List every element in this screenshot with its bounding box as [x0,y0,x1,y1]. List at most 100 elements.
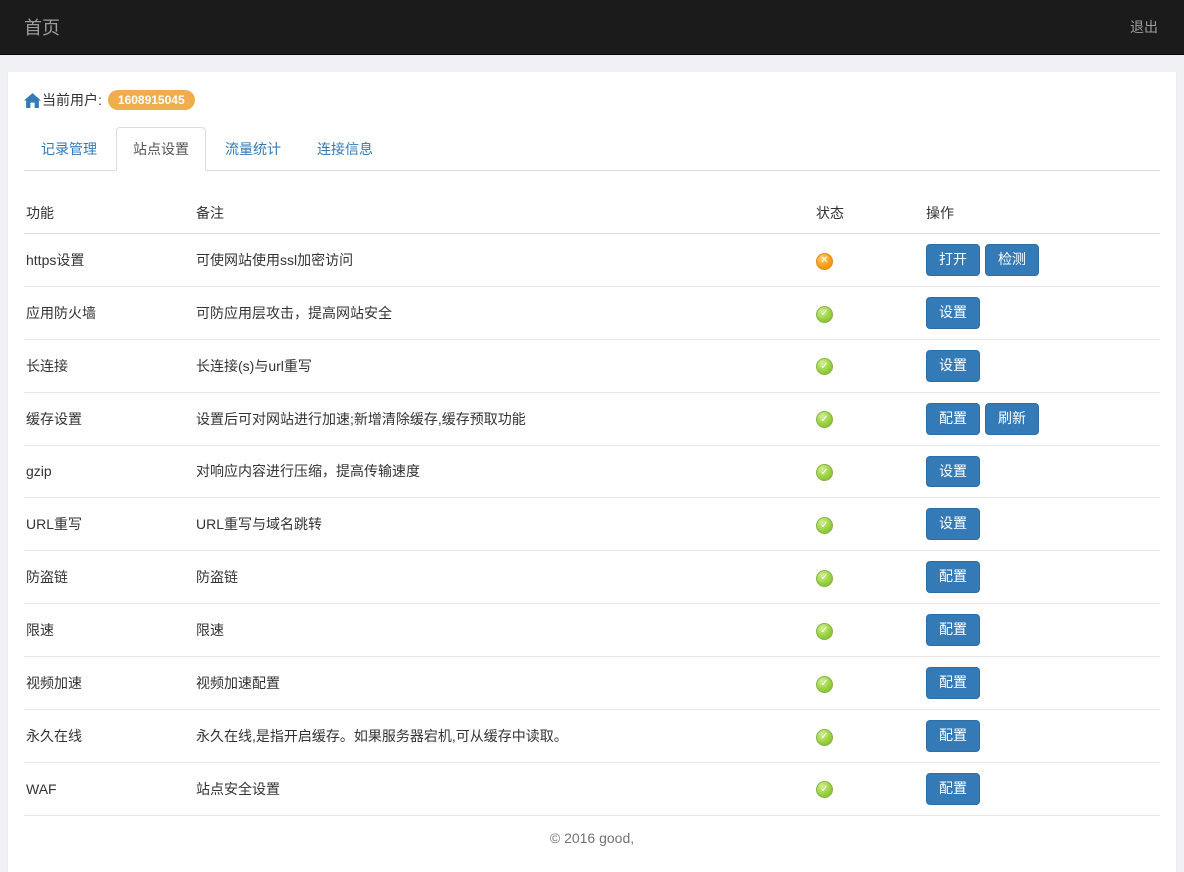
settings-button[interactable]: 设置 [926,456,980,488]
actions-cell: 配置刷新 [924,392,1160,445]
status-ok-icon: ✓ [816,729,833,746]
table-row: 永久在线永久在线,是指开启缓存。如果服务器宕机,可从缓存中读取。✓ 配置 [24,709,1160,762]
table-row: 应用防火墙可防应用层攻击，提高网站安全✓ 设置 [24,286,1160,339]
col-header-actions: 操作 [924,193,1160,234]
status-cell: ✓ [814,498,924,551]
settings-button[interactable]: 设置 [926,350,980,382]
tab-connection-info: 连接信息 [300,127,390,171]
note-cell: 永久在线,是指开启缓存。如果服务器宕机,可从缓存中读取。 [194,709,814,762]
configure-button[interactable]: 配置 [926,667,980,699]
note-cell: 可防应用层攻击，提高网站安全 [194,286,814,339]
feature-cell: 限速 [24,604,194,657]
settings-button[interactable]: 设置 [926,508,980,540]
status-off-icon: ✕ [816,253,833,270]
status-ok-icon: ✓ [816,464,833,481]
status-ok-icon: ✓ [816,517,833,534]
actions-cell: 配置 [924,604,1160,657]
copyright-footer: © 2016 good, [24,816,1160,862]
table-header-row: 功能 备注 状态 操作 [24,193,1160,234]
check-button[interactable]: 检测 [985,244,1039,276]
tab-link-site-settings[interactable]: 站点设置 [116,127,206,171]
table-row: gzip对响应内容进行压缩，提高传输速度✓ 设置 [24,445,1160,498]
table-row: 缓存设置设置后可对网站进行加速;新增清除缓存,缓存预取功能✓ 配置刷新 [24,392,1160,445]
note-cell: 视频加速配置 [194,657,814,710]
current-user-bar: 当前用户: 1608915045 [24,90,1160,110]
open-button[interactable]: 打开 [926,244,980,276]
status-cell: ✓ [814,762,924,815]
site-settings-table: 功能 备注 状态 操作 https设置可使网站使用ssl加密访问✕打开检测应用防… [24,193,1160,816]
refresh-button[interactable]: 刷新 [985,403,1039,435]
table-row: 长连接长连接(s)与url重写✓ 设置 [24,339,1160,392]
feature-cell: 应用防火墙 [24,286,194,339]
feature-cell: 永久在线 [24,709,194,762]
note-cell: 设置后可对网站进行加速;新增清除缓存,缓存预取功能 [194,392,814,445]
table-row: 限速限速✓配置 [24,604,1160,657]
settings-button[interactable]: 设置 [926,297,980,329]
tabs: 记录管理站点设置流量统计连接信息 [24,127,1160,171]
navbar-brand-home[interactable]: 首页 [24,14,60,40]
configure-button[interactable]: 配置 [926,561,980,593]
navbar: 首页 退出 [0,0,1184,55]
actions-cell: 配置 [924,657,1160,710]
status-cell: ✓ [814,392,924,445]
status-cell: ✓ [814,709,924,762]
note-cell: 站点安全设置 [194,762,814,815]
col-header-feature: 功能 [24,193,194,234]
feature-cell: https设置 [24,234,194,287]
configure-button[interactable]: 配置 [926,614,980,646]
actions-cell: 设置 [924,339,1160,392]
actions-cell: 配置 [924,762,1160,815]
tab-link-connection-info[interactable]: 连接信息 [300,127,390,171]
actions-cell: 配置 [924,709,1160,762]
tab-link-traffic-stats[interactable]: 流量统计 [208,127,298,171]
note-cell: 防盗链 [194,551,814,604]
status-ok-icon: ✓ [816,306,833,323]
feature-cell: gzip [24,445,194,498]
table-row: 防盗链防盗链✓配置 [24,551,1160,604]
table-row: WAF站点安全设置✓ 配置 [24,762,1160,815]
note-cell: 限速 [194,604,814,657]
col-header-status: 状态 [814,193,924,234]
status-ok-icon: ✓ [816,676,833,693]
configure-button[interactable]: 配置 [926,773,980,805]
feature-cell: 防盗链 [24,551,194,604]
note-cell: 对响应内容进行压缩，提高传输速度 [194,445,814,498]
actions-cell: 设置 [924,498,1160,551]
configure-button[interactable]: 配置 [926,720,980,752]
status-ok-icon: ✓ [816,411,833,428]
feature-cell: URL重写 [24,498,194,551]
note-cell: 可使网站使用ssl加密访问 [194,234,814,287]
table-row: 视频加速视频加速配置✓ 配置 [24,657,1160,710]
status-ok-icon: ✓ [816,358,833,375]
user-id-badge: 1608915045 [108,90,195,110]
status-ok-icon: ✓ [816,781,833,798]
feature-cell: 视频加速 [24,657,194,710]
status-cell: ✓ [814,551,924,604]
note-cell: 长连接(s)与url重写 [194,339,814,392]
actions-cell: 打开检测 [924,234,1160,287]
actions-cell: 设置 [924,445,1160,498]
main-panel: 当前用户: 1608915045 记录管理站点设置流量统计连接信息 功能 备注 … [8,72,1176,872]
tab-traffic-stats: 流量统计 [208,127,298,171]
actions-cell: 设置 [924,286,1160,339]
status-cell: ✓ [814,657,924,710]
feature-cell: 长连接 [24,339,194,392]
home-icon [24,92,41,109]
tab-site-settings: 站点设置 [116,127,206,171]
feature-cell: WAF [24,762,194,815]
status-cell: ✕ [814,234,924,287]
status-cell: ✓ [814,286,924,339]
actions-cell: 配置 [924,551,1160,604]
current-user-label: 当前用户: [42,90,102,110]
table-row: URL重写URL重写与域名跳转✓ 设置 [24,498,1160,551]
table-body: https设置可使网站使用ssl加密访问✕打开检测应用防火墙可防应用层攻击，提高… [24,234,1160,816]
feature-cell: 缓存设置 [24,392,194,445]
col-header-note: 备注 [194,193,814,234]
logout-link[interactable]: 退出 [1130,17,1158,37]
status-cell: ✓ [814,445,924,498]
tab-records: 记录管理 [24,127,114,171]
configure-button[interactable]: 配置 [926,403,980,435]
table-row: https设置可使网站使用ssl加密访问✕ 打开检测 [24,234,1160,287]
tab-link-records[interactable]: 记录管理 [24,127,114,171]
note-cell: URL重写与域名跳转 [194,498,814,551]
